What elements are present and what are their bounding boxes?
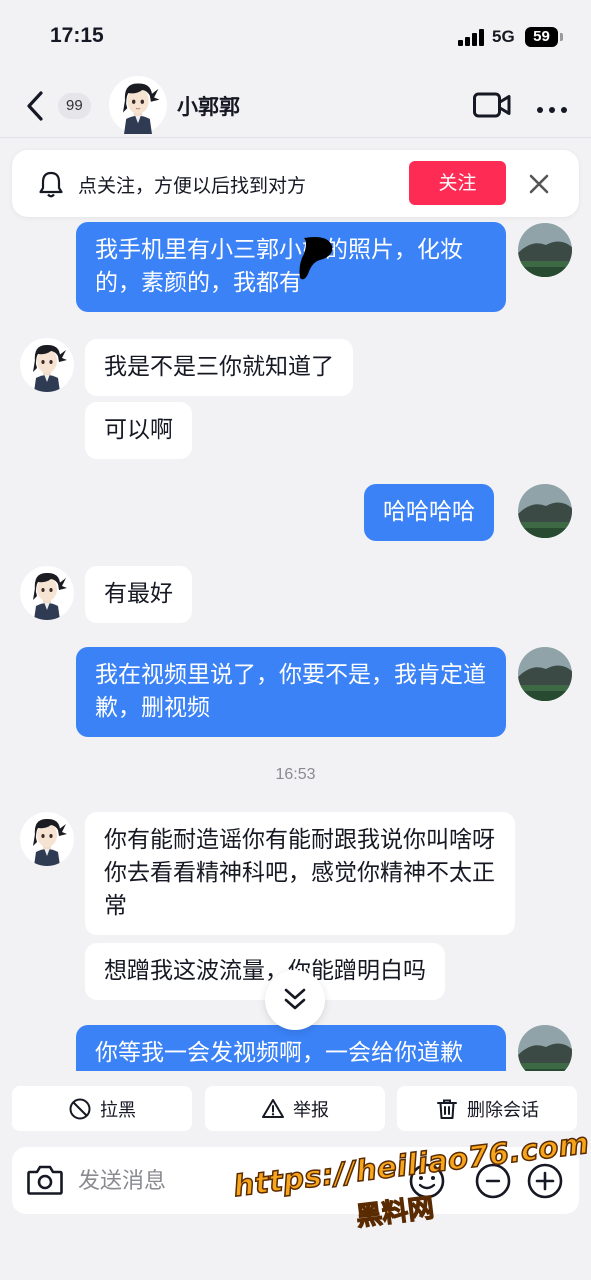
- contact-avatar-small[interactable]: [20, 338, 74, 392]
- my-avatar[interactable]: [518, 223, 572, 277]
- delete-conversation-button[interactable]: 删除会话: [397, 1086, 577, 1131]
- message-bubble-outgoing[interactable]: 你等我一会发视频啊，一会给你道歉: [76, 1025, 506, 1071]
- warning-icon: [262, 1098, 284, 1118]
- trash-icon: [437, 1099, 457, 1119]
- delete-conversation-label: 删除会话: [467, 1099, 539, 1121]
- message-input[interactable]: [78, 1161, 388, 1201]
- my-avatar[interactable]: [518, 1025, 572, 1071]
- my-avatar[interactable]: [518, 484, 572, 538]
- contact-avatar[interactable]: [109, 76, 167, 134]
- report-button[interactable]: 举报: [205, 1086, 385, 1131]
- block-label: 拉黑: [100, 1099, 136, 1121]
- follow-prompt-text: 点关注，方便以后找到对方: [78, 175, 307, 197]
- camera-icon[interactable]: [26, 1163, 64, 1197]
- battery-icon: 59: [525, 27, 558, 47]
- block-icon: [69, 1098, 91, 1119]
- close-icon[interactable]: [527, 172, 551, 196]
- video-call-icon[interactable]: [472, 90, 512, 120]
- message-composer: [12, 1147, 579, 1214]
- contact-avatar-small[interactable]: [20, 566, 74, 620]
- back-arrow-icon[interactable]: [22, 90, 50, 122]
- more-options-icon[interactable]: [536, 100, 568, 113]
- signal-icon: [458, 29, 486, 46]
- chat-header: 99 小郭郭: [0, 76, 591, 136]
- message-bubble-outgoing[interactable]: 哈哈哈哈: [364, 484, 494, 541]
- follow-button[interactable]: 关注: [409, 161, 506, 205]
- unread-count-badge[interactable]: 99: [58, 93, 91, 119]
- battery-nub: [560, 33, 563, 41]
- emoji-icon[interactable]: [407, 1161, 447, 1201]
- scroll-to-bottom-button[interactable]: [265, 970, 325, 1030]
- conversation-actions: 拉黑 举报 删除会话: [0, 1071, 591, 1141]
- my-avatar[interactable]: [518, 647, 572, 701]
- contact-name[interactable]: 小郭郭: [177, 91, 240, 121]
- status-time: 17:15: [50, 24, 104, 47]
- message-list[interactable]: 我手机里有小三郭小姐的照片，化妆的，素颜的，我都有 我是不是三你就知道了 可以啊…: [0, 138, 591, 1071]
- message-bubble-outgoing[interactable]: 我在视频里说了，你要不是，我肯定道歉，删视频: [76, 647, 506, 737]
- message-bubble-incoming[interactable]: 你有能耐造谣你有能耐跟我说你叫啥呀 你去看看精神科吧，感觉你精神不太正常: [85, 812, 515, 935]
- time-divider: 16:53: [275, 766, 316, 783]
- message-bubble-incoming[interactable]: 可以啊: [85, 402, 192, 459]
- plus-icon[interactable]: [525, 1161, 565, 1201]
- redaction-scribble: [299, 237, 333, 280]
- double-chevron-down-icon: [284, 988, 306, 1010]
- sticker-icon[interactable]: [473, 1161, 513, 1201]
- report-label: 举报: [293, 1099, 329, 1121]
- follow-banner: 点关注，方便以后找到对方 关注: [12, 150, 579, 217]
- block-button[interactable]: 拉黑: [12, 1086, 192, 1131]
- message-bubble-incoming[interactable]: 我是不是三你就知道了: [85, 339, 353, 396]
- message-bubble-incoming[interactable]: 有最好: [85, 566, 192, 623]
- status-bar: 17:15 5G 59: [0, 0, 591, 76]
- contact-avatar-small[interactable]: [20, 812, 74, 866]
- network-type: 5G: [492, 27, 515, 46]
- message-bubble-outgoing[interactable]: 我手机里有小三郭小姐的照片，化妆的，素颜的，我都有: [76, 222, 506, 312]
- bell-icon: [38, 170, 64, 198]
